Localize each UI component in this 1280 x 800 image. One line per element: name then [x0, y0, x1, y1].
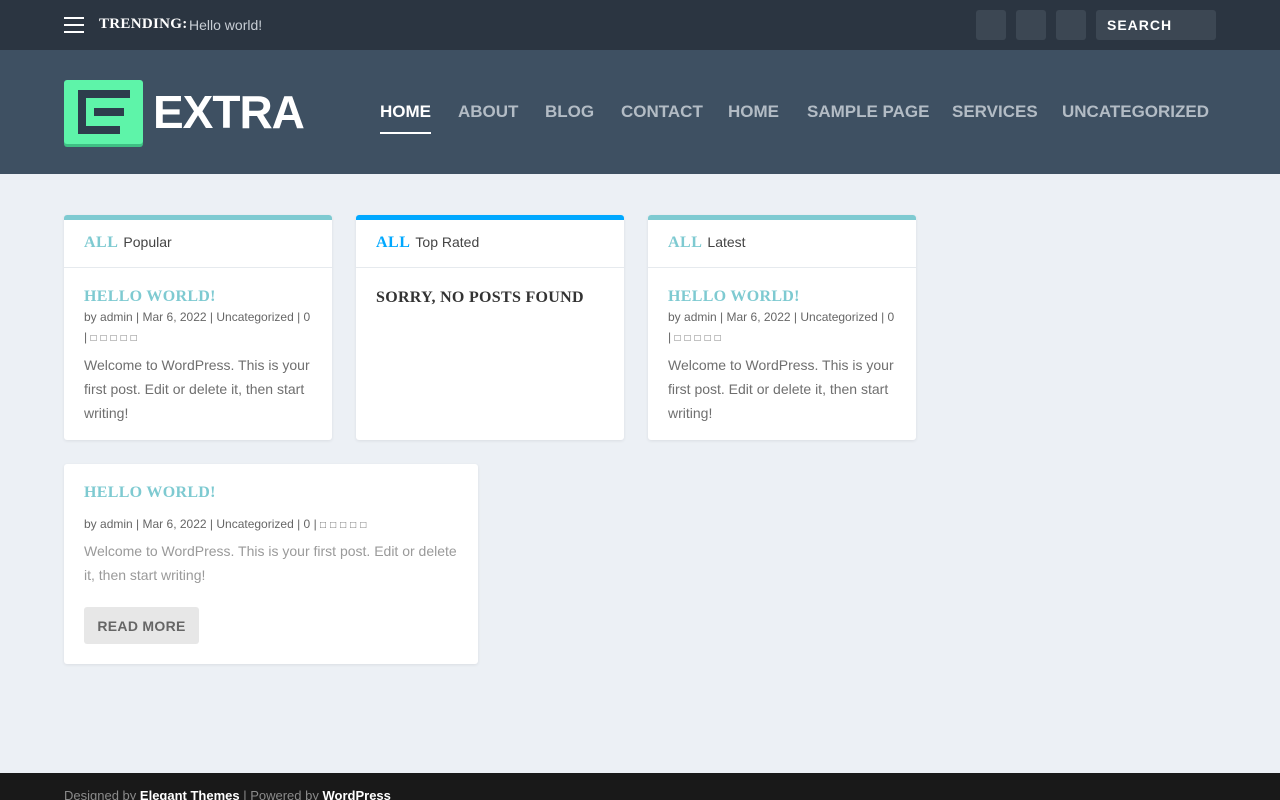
nav-home-2[interactable]: HOME [728, 102, 779, 122]
popular-posts-card: ALL Popular HELLO WORLD! by admin | Mar 6… [64, 215, 332, 440]
menu-icon[interactable] [64, 17, 84, 33]
post-meta: by admin | Mar 6, 2022 | Uncategorized |… [668, 310, 895, 344]
meta-by: by [84, 310, 97, 324]
trending-label: TRENDING: [99, 16, 188, 32]
nav-home[interactable]: HOME [380, 102, 431, 134]
card-header-label: Top Rated [415, 234, 480, 250]
logo-mark [64, 80, 143, 144]
nav-contact[interactable]: CONTACT [621, 102, 703, 122]
card-accent-bar [648, 215, 916, 220]
all-link[interactable]: ALL [376, 234, 410, 251]
meta-category[interactable]: Uncategorized [800, 310, 877, 324]
post-title[interactable]: HELLO WORLD! [668, 288, 800, 306]
search-input[interactable]: SEARCH [1096, 10, 1216, 40]
rating-stars-icon[interactable]: □□□□□ [674, 333, 724, 344]
footer-powered-by: | Powered by [239, 788, 323, 800]
facebook-icon[interactable] [976, 10, 1006, 40]
no-posts-message: SORRY, NO POSTS FOUND [376, 289, 584, 306]
post-card: HELLO WORLD! by admin | Mar 6, 2022 | Un… [64, 464, 478, 664]
footer-credits: Designed by Elegant Themes | Powered by … [64, 788, 391, 800]
nav-sample-page[interactable]: SAMPLE PAGE [807, 102, 929, 122]
all-link[interactable]: ALL [84, 234, 118, 251]
latest-posts-card: ALL Latest HELLO WORLD! by admin | Mar 6,… [648, 215, 916, 440]
post-title[interactable]: HELLO WORLD! [84, 484, 216, 502]
meta-by: by [668, 310, 681, 324]
meta-author[interactable]: admin [100, 517, 133, 531]
meta-by: by [84, 517, 97, 531]
nav-about[interactable]: ABOUT [458, 102, 518, 122]
twitter-icon[interactable] [1016, 10, 1046, 40]
site-logo[interactable]: EXTRA [64, 80, 305, 144]
trending-link[interactable]: Hello world! [189, 17, 262, 33]
top-bar: TRENDING: Hello world! SEARCH [0, 0, 1280, 50]
post-meta: by admin | Mar 6, 2022 | Uncategorized |… [84, 517, 371, 531]
site-header: EXTRA HOME ABOUT BLOG CONTACT HOME SAMPL… [0, 50, 1280, 174]
card-header-label: Latest [707, 234, 746, 250]
rating-stars-icon[interactable]: □□□□□ [320, 520, 370, 531]
divider [64, 267, 332, 268]
card-header: ALL Latest [668, 234, 746, 252]
meta-category[interactable]: Uncategorized [216, 310, 293, 324]
read-more-button[interactable]: READ MORE [84, 607, 199, 644]
post-meta: by admin | Mar 6, 2022 | Uncategorized |… [84, 310, 311, 344]
search-placeholder: SEARCH [1107, 17, 1173, 33]
post-excerpt: Welcome to WordPress. This is your first… [668, 357, 894, 421]
nav-services[interactable]: SERVICES [952, 102, 1038, 122]
meta-date: Mar 6, 2022 [142, 310, 207, 324]
divider [356, 267, 624, 268]
instagram-icon[interactable] [1056, 10, 1086, 40]
footer-elegant-link[interactable]: Elegant Themes [140, 788, 240, 800]
top-rated-card: ALL Top Rated SORRY, NO POSTS FOUND [356, 215, 624, 440]
card-header: ALL Popular [84, 234, 172, 252]
logo-text: EXTRA [153, 86, 305, 138]
meta-author[interactable]: admin [684, 310, 717, 324]
footer-wordpress-link[interactable]: WordPress [322, 788, 390, 800]
card-header: ALL Top Rated [376, 234, 479, 252]
post-excerpt: Welcome to WordPress. This is your first… [84, 357, 310, 421]
card-accent-bar [64, 215, 332, 220]
post-excerpt: Welcome to WordPress. This is your first… [84, 543, 457, 583]
meta-comments[interactable]: 0 [304, 310, 311, 324]
meta-comments[interactable]: 0 [888, 310, 895, 324]
footer-designed-by: Designed by [64, 788, 137, 800]
meta-author[interactable]: admin [100, 310, 133, 324]
card-accent-bar [356, 215, 624, 220]
rating-stars-icon[interactable]: □□□□□ [90, 333, 140, 344]
nav-blog[interactable]: BLOG [545, 102, 594, 122]
card-header-label: Popular [123, 234, 172, 250]
meta-date: Mar 6, 2022 [726, 310, 791, 324]
divider [648, 267, 916, 268]
meta-date: Mar 6, 2022 [142, 517, 207, 531]
meta-comments[interactable]: 0 [304, 517, 311, 531]
all-link[interactable]: ALL [668, 234, 702, 251]
nav-uncategorized[interactable]: UNCATEGORIZED [1062, 102, 1209, 122]
meta-category[interactable]: Uncategorized [216, 517, 293, 531]
site-footer: Designed by Elegant Themes | Powered by … [0, 773, 1280, 800]
post-title[interactable]: HELLO WORLD! [84, 288, 216, 306]
